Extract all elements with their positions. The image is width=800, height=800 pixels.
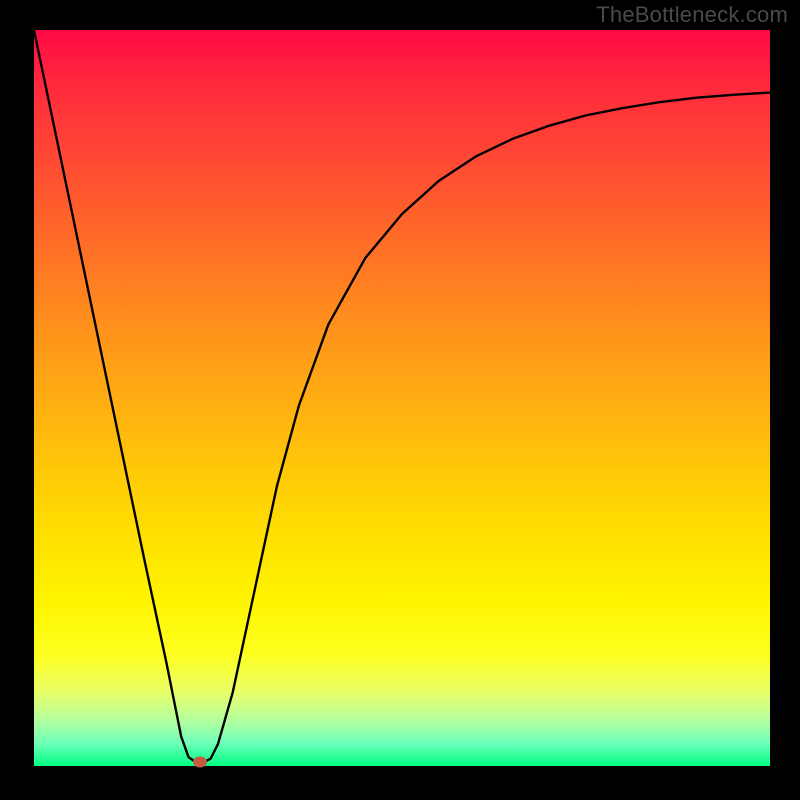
plot-area xyxy=(34,30,770,766)
chart-outer-frame: TheBottleneck.com xyxy=(0,0,800,800)
bottleneck-curve xyxy=(34,30,770,762)
curve-layer xyxy=(34,30,770,766)
attribution-label: TheBottleneck.com xyxy=(596,2,788,28)
optimal-point-marker xyxy=(193,757,207,768)
